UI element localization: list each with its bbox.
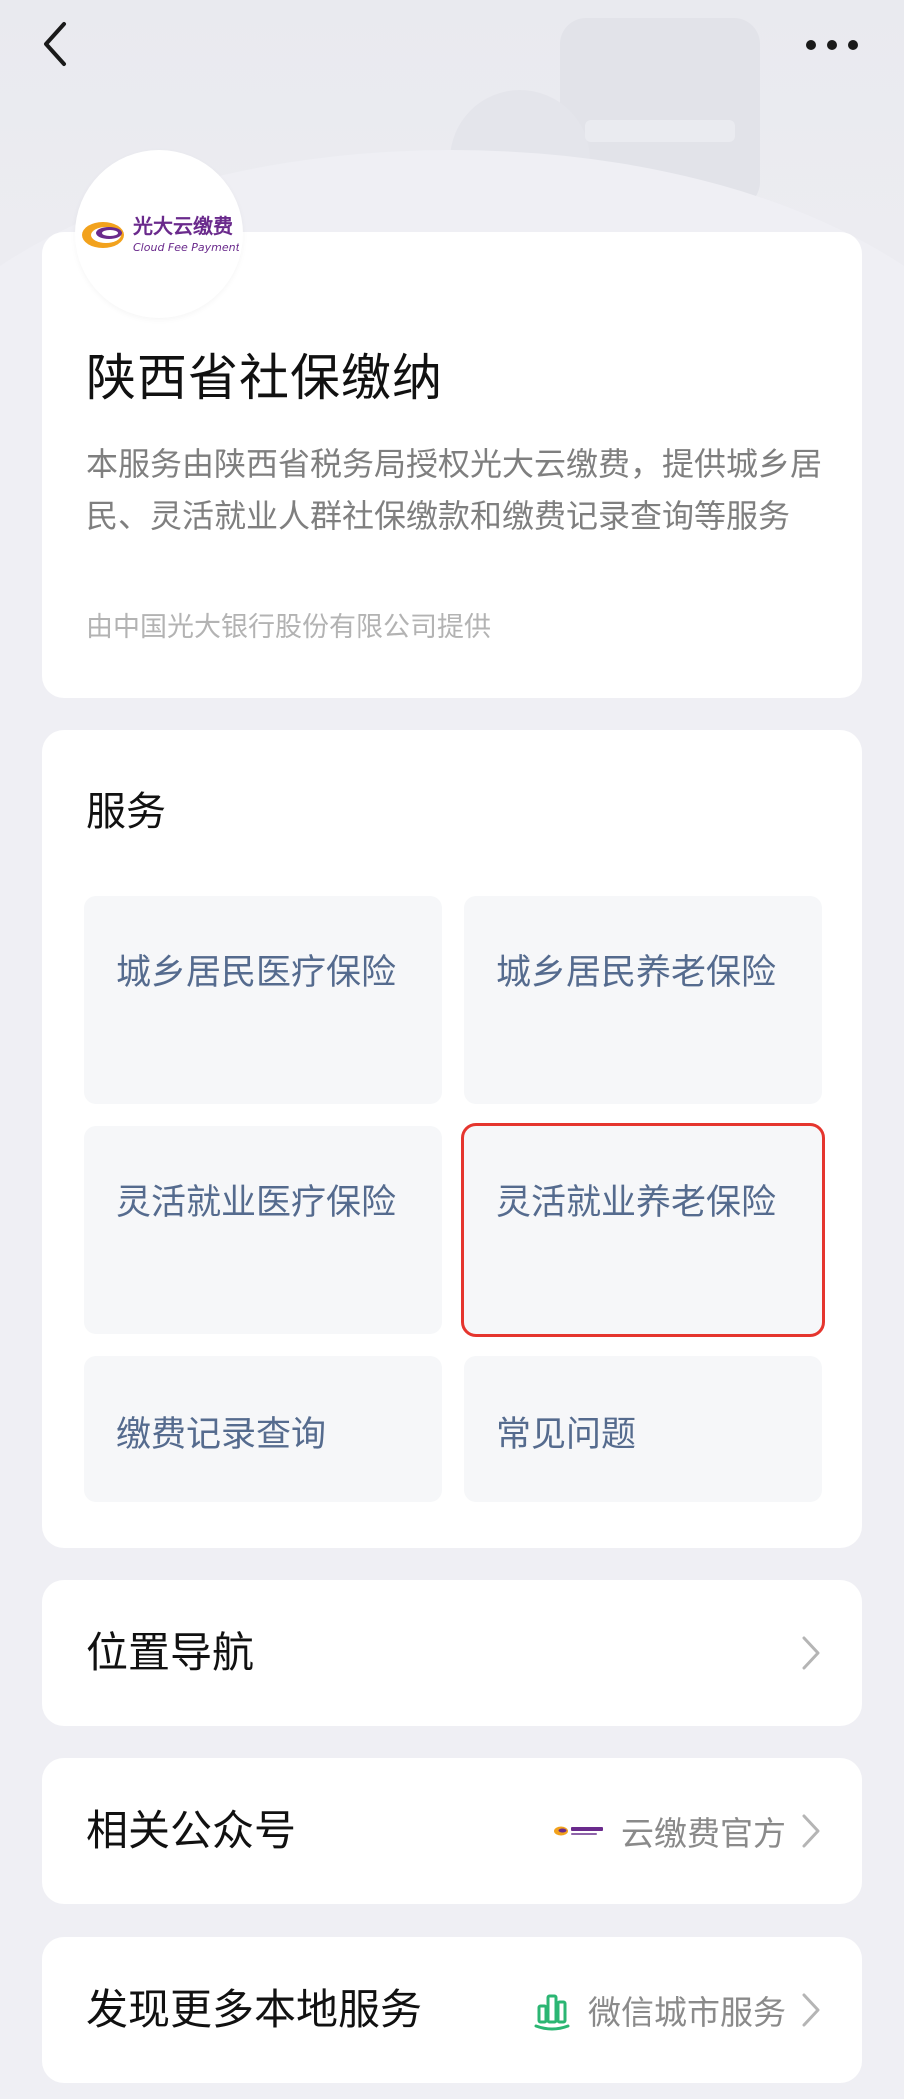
tile-rural-pension-insurance[interactable]: 城乡居民养老保险	[464, 896, 822, 1104]
tile-label: 城乡居民医疗保险	[116, 953, 397, 993]
cloud-fee-mini-logo-icon	[554, 1826, 603, 1836]
more-button[interactable]	[800, 28, 864, 62]
more-local-services-row[interactable]: 发现更多本地服务 微信城市服务	[42, 1937, 862, 2083]
page-title: 陕西省社保缴纳	[86, 349, 443, 407]
chevron-right-icon	[802, 1993, 820, 2027]
more-dots-icon	[806, 40, 858, 50]
tile-payment-records[interactable]: 缴费记录查询	[84, 1356, 442, 1502]
brand-logo: 光大云缴费 Cloud Fee Payment	[75, 150, 243, 318]
tile-label: 城乡居民养老保险	[496, 953, 777, 993]
tile-flexible-pension-insurance[interactable]: 灵活就业养老保险	[461, 1123, 825, 1337]
city-services-name: 微信城市服务	[588, 1993, 786, 2032]
back-button[interactable]	[36, 18, 76, 70]
service-description: 本服务由陕西省税务局授权光大云缴费，提供城乡居民、灵活就业人群社保缴款和缴费记录…	[86, 445, 823, 535]
tile-label: 灵活就业养老保险	[496, 1183, 777, 1223]
location-navigation-row[interactable]: 位置导航	[42, 1580, 862, 1726]
tile-label: 常见问题	[496, 1415, 637, 1455]
chevron-right-icon	[802, 1814, 820, 1848]
chevron-right-icon	[802, 1636, 820, 1670]
row-label: 发现更多本地服务	[86, 1985, 423, 2034]
service-tiles: 城乡居民医疗保险 城乡居民养老保险 灵活就业医疗保险 灵活就业养老保险 缴费记录…	[84, 896, 825, 1502]
services-title: 服务	[86, 789, 166, 835]
tile-faq[interactable]: 常见问题	[464, 1356, 822, 1502]
official-account-row[interactable]: 相关公众号 云缴费官方	[42, 1758, 862, 1904]
tile-rural-medical-insurance[interactable]: 城乡居民医疗保险	[84, 896, 442, 1104]
services-card: 服务 城乡居民医疗保险 城乡居民养老保险 灵活就业医疗保险 灵活就业养老保险 缴…	[42, 730, 862, 1548]
row-label: 相关公众号	[86, 1806, 297, 1855]
logo-text-cn: 光大云缴费	[132, 214, 233, 238]
tile-label: 灵活就业医疗保险	[116, 1183, 397, 1223]
chevron-left-icon	[44, 22, 66, 66]
tile-label: 缴费记录查询	[116, 1415, 327, 1455]
official-account-name: 云缴费官方	[621, 1814, 786, 1853]
provider-text: 由中国光大银行股份有限公司提供	[86, 612, 491, 643]
city-building-icon	[534, 1994, 570, 2031]
tile-flexible-medical-insurance[interactable]: 灵活就业医疗保险	[84, 1126, 442, 1334]
top-bar	[0, 0, 904, 90]
row-label: 位置导航	[86, 1628, 255, 1677]
logo-text-en: Cloud Fee Payment	[133, 241, 239, 254]
cloud-fee-logo: 光大云缴费 Cloud Fee Payment	[82, 214, 239, 254]
